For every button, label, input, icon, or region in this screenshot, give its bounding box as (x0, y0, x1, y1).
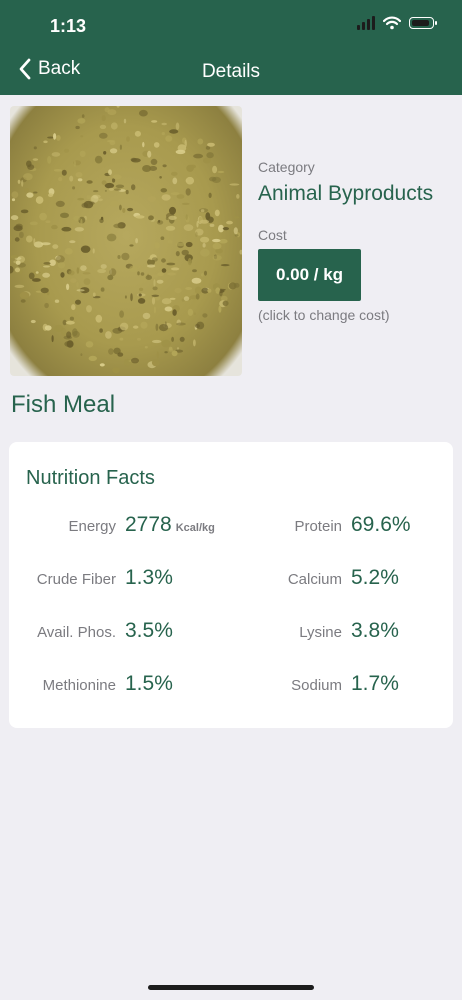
fact-label: Energy (68, 518, 116, 535)
energy-value: 2778 (125, 513, 172, 536)
status-icons (357, 16, 437, 30)
nutrition-fact-sodium: Sodium 1.7% (235, 671, 453, 701)
category-value: Animal Byproducts (258, 182, 434, 205)
battery-icon (409, 17, 437, 29)
fact-value: 1.5% (125, 672, 173, 695)
fact-value: 1.3% (125, 566, 173, 589)
category-caption: Category (258, 159, 315, 175)
nutrition-fact-protein: Protein 69.6% (235, 512, 453, 542)
navigation-bar: Back Details (0, 52, 462, 92)
page-title: Details (201, 61, 261, 82)
nutrition-fact-crude-fiber: Crude Fiber 1.3% (9, 565, 231, 595)
fish-meal-image (10, 106, 242, 376)
status-time: 1:13 (50, 16, 87, 36)
nutrition-fact-energy: Energy 2778 Kcal/kg (9, 512, 231, 542)
wifi-icon (383, 16, 401, 30)
nutrition-card: Nutrition Facts Energy 2778 Kcal/kg Prote… (9, 442, 453, 728)
nutrition-fact-lysine: Lysine 3.8% (235, 618, 453, 648)
fact-label: Methionine (42, 677, 116, 694)
fact-label: Avail. Phos. (37, 624, 116, 641)
fact-label: Sodium (291, 677, 342, 694)
cost-hint: (click to change cost) (258, 307, 390, 323)
meal-texture (10, 106, 242, 374)
fact-label: Crude Fiber (36, 571, 116, 588)
app-header: 1:13 Back Details (0, 0, 462, 95)
cost-button[interactable]: 0.00 / kg (258, 249, 361, 301)
cost-caption: Cost (258, 227, 287, 243)
nutrition-fact-methionine: Methionine 1.5% (9, 671, 231, 701)
fact-value: 1.7% (351, 672, 399, 695)
fact-label: Lysine (299, 624, 342, 641)
fact-value: 5.2% (351, 566, 399, 589)
cellular-signal-icon (357, 16, 375, 30)
item-name: Fish Meal (11, 391, 116, 418)
nutrition-fact-avail-phos: Avail. Phos. 3.5% (9, 618, 231, 648)
fact-value: 3.5% (125, 619, 173, 642)
fact-label: Protein (294, 518, 342, 535)
nutrition-title: Nutrition Facts (26, 467, 155, 489)
fact-value: 3.8% (351, 619, 399, 642)
home-indicator[interactable] (148, 985, 314, 990)
fact-label: Calcium (287, 571, 342, 588)
fact-value: 69.6% (351, 513, 411, 536)
fact-value: 2778 Kcal/kg (125, 513, 215, 537)
nutrition-fact-calcium: Calcium 5.2% (235, 565, 453, 595)
energy-unit: Kcal/kg (175, 522, 215, 534)
